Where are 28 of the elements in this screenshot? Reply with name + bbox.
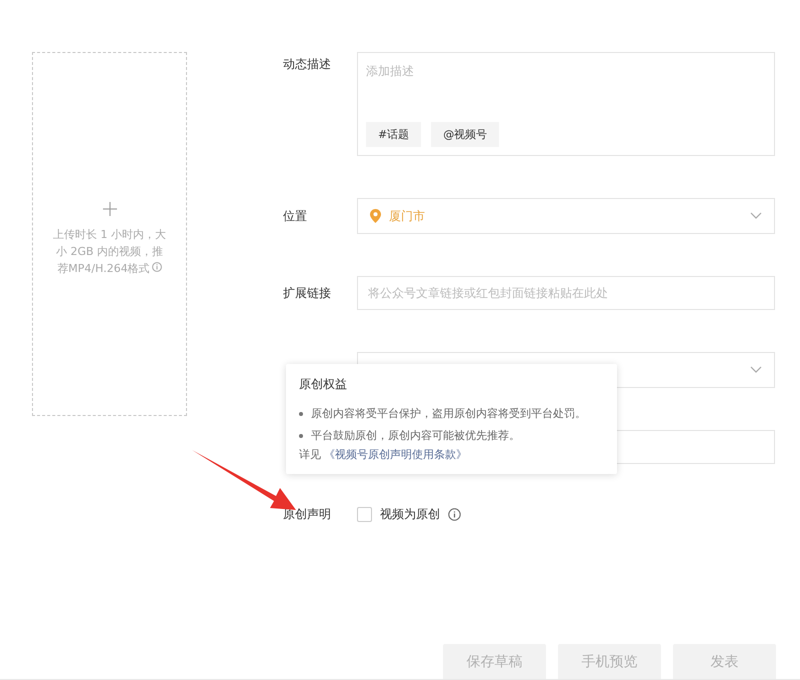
terms-link[interactable]: 《视频号原创声明使用条款》 (324, 447, 467, 462)
bullet-icon (299, 412, 303, 416)
tag-button[interactable]: #话题 (366, 122, 422, 147)
tooltip-text: 原创内容将受平台保护，盗用原创内容将受到平台处罚。 (311, 406, 586, 422)
field-label: 扩展链接 (283, 284, 332, 302)
bullet-icon (299, 434, 303, 438)
upload-hint: 上传时长 1 小时内，大小 2GB 内的视频，推荐MP4/H.264格式 (52, 226, 167, 276)
chevron-down-icon (750, 366, 762, 374)
input-field[interactable]: 将公众号文章链接或红包封面链接粘贴在此处 (357, 276, 775, 310)
field-label: 位置 (283, 208, 308, 224)
select-field[interactable]: 厦门市 (357, 198, 775, 234)
chevron-down-icon (750, 212, 762, 220)
info-icon[interactable] (448, 508, 461, 521)
checkbox[interactable] (357, 507, 372, 522)
info-icon (152, 262, 162, 272)
tooltip-text: 详见 (299, 447, 321, 462)
description-field[interactable]: 添加描述 #话题 @视频号 (357, 52, 775, 156)
video-upload-area[interactable]: 上传时长 1 小时内，大小 2GB 内的视频，推荐MP4/H.264格式 (32, 52, 187, 416)
location-value: 厦门市 (389, 208, 426, 224)
plus-icon (102, 202, 116, 216)
checkbox-label: 视频为原创 (380, 506, 440, 523)
field-label: 动态描述 (283, 56, 332, 73)
tooltip-title: 原创权益 (299, 376, 348, 393)
field-label: 原创声明 (283, 506, 332, 523)
location-pin-icon (370, 209, 381, 223)
tooltip-text: 平台鼓励原创，原创内容可能被优先推荐。 (311, 428, 520, 444)
tag-button[interactable]: @视频号 (431, 122, 500, 147)
placeholder-text: 添加描述 (366, 63, 415, 80)
